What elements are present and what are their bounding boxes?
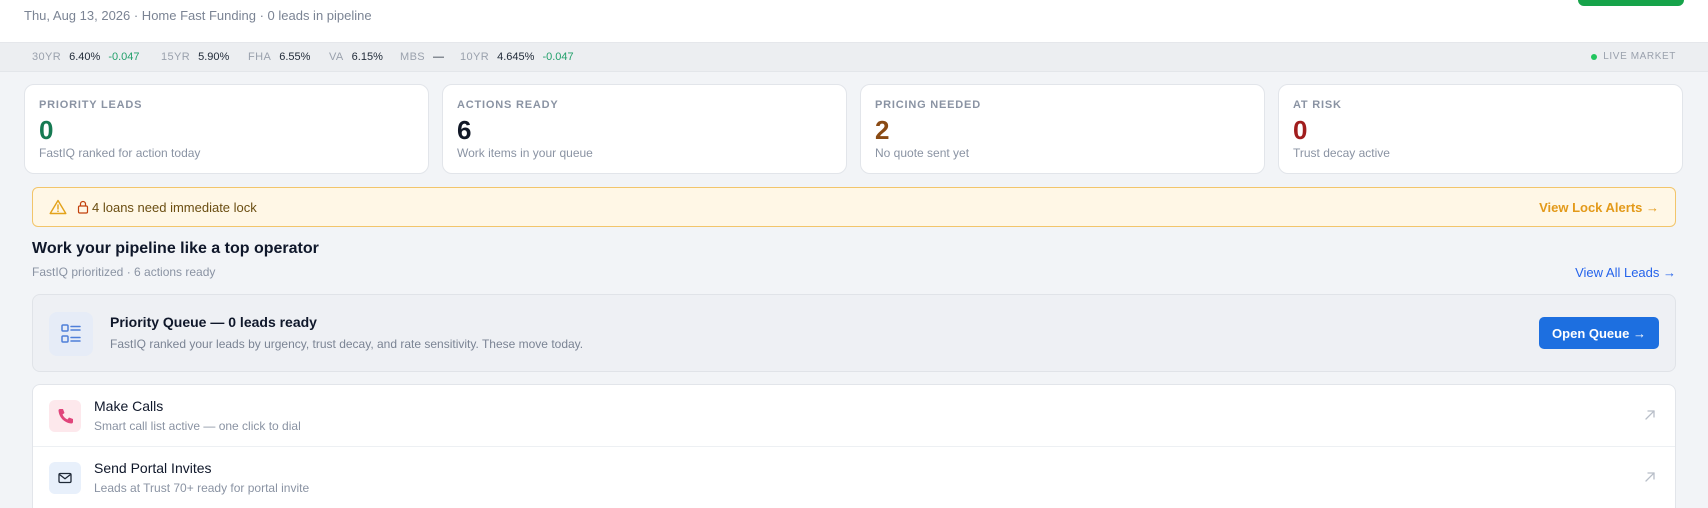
ticker-value: 4.645% — [497, 51, 535, 63]
warning-icon — [49, 199, 67, 215]
metric-label: ACTIONS READY — [457, 99, 559, 111]
metric-value: 6 — [457, 115, 472, 145]
metric-caption: Work items in your queue — [457, 146, 593, 160]
ticker-label: 30YR — [32, 51, 62, 63]
action-subtitle: Leads at Trust 70+ ready for portal invi… — [94, 481, 310, 495]
ticker-value: 5.90% — [198, 51, 230, 63]
ticker-item-mbs: MBS — — [400, 51, 444, 63]
metric-card-priority-leads[interactable]: PRIORITY LEADS 0 FastIQ ranked for actio… — [24, 84, 429, 174]
header-action-button[interactable] — [1578, 0, 1684, 6]
ticker-value: 6.15% — [351, 51, 383, 63]
ticker-item-fha: FHA 6.55% — [248, 51, 310, 63]
action-title: Make Calls — [94, 398, 164, 414]
arrow-up-right-icon[interactable] — [1643, 408, 1657, 422]
queue-list-icon — [49, 312, 93, 356]
ticker-label: MBS — [400, 51, 426, 63]
ticker-label: FHA — [248, 51, 272, 63]
view-lock-alerts-link[interactable]: View Lock Alerts → — [1539, 200, 1659, 215]
ticker-item-30yr: 30YR 6.40% -0.047 — [32, 51, 140, 63]
phone-icon — [49, 400, 81, 432]
top-header: Thu, Aug 13, 2026 · Home Fast Funding · … — [0, 0, 1708, 43]
ticker-item-va: VA 6.15% — [329, 51, 383, 63]
live-market-label: LIVE MARKET — [1603, 51, 1676, 62]
live-market-indicator: LIVE MARKET — [1591, 51, 1676, 62]
section-title: Work your pipeline like a top operator — [32, 240, 319, 257]
priority-queue-panel: Priority Queue — 0 leads ready FastIQ ra… — [32, 294, 1676, 372]
mail-icon — [49, 462, 81, 494]
ticker-value: 6.55% — [279, 51, 311, 63]
rate-ticker: 30YR 6.40% -0.047 15YR 5.90% FHA 6.55% V… — [0, 43, 1708, 72]
live-dot-icon — [1591, 53, 1598, 60]
ticker-label: VA — [329, 51, 344, 63]
ticker-label: 15YR — [161, 51, 191, 63]
action-item-send-portal-invites[interactable]: Send Portal Invites Leads at Trust 70+ r… — [33, 447, 1675, 508]
ticker-value: 6.40% — [69, 51, 101, 63]
ticker-item-10yr: 10YR 4.645% -0.047 — [460, 51, 574, 63]
metric-caption: FastIQ ranked for action today — [39, 146, 201, 160]
page-subtitle: Thu, Aug 13, 2026 · Home Fast Funding · … — [24, 8, 372, 23]
metric-value: 0 — [1293, 115, 1308, 145]
open-queue-button[interactable]: Open Queue → — [1539, 317, 1659, 349]
metric-caption: Trust decay active — [1293, 146, 1390, 160]
lock-alert-banner: 4 loans need immediate lock View Lock Al… — [32, 187, 1676, 227]
ticker-label: 10YR — [460, 51, 490, 63]
view-all-leads-link[interactable]: View All Leads → — [1575, 265, 1676, 280]
action-list: Make Calls Smart call list active — one … — [32, 384, 1676, 508]
action-title: Send Portal Invites — [94, 460, 212, 476]
priority-queue-description: FastIQ ranked your leads by urgency, tru… — [110, 337, 584, 351]
metric-card-at-risk[interactable]: AT RISK 0 Trust decay active — [1278, 84, 1683, 174]
metric-value: 0 — [39, 115, 54, 145]
ticker-value: — — [433, 51, 445, 63]
metric-label: PRIORITY LEADS — [39, 99, 143, 111]
metric-label: PRICING NEEDED — [875, 99, 981, 111]
ticker-change: -0.047 — [542, 51, 574, 63]
metric-card-actions-ready[interactable]: ACTIONS READY 6 Work items in your queue — [442, 84, 847, 174]
arrow-up-right-icon[interactable] — [1643, 470, 1657, 484]
action-subtitle: Smart call list active — one click to di… — [94, 419, 301, 433]
metric-label: AT RISK — [1293, 99, 1342, 111]
ticker-change: -0.047 — [108, 51, 140, 63]
priority-queue-title: Priority Queue — 0 leads ready — [110, 314, 317, 330]
section-subtitle: FastIQ prioritized · 6 actions ready — [32, 265, 216, 279]
lock-icon — [77, 200, 89, 214]
metric-card-pricing-needed[interactable]: PRICING NEEDED 2 No quote sent yet — [860, 84, 1265, 174]
alert-message: 4 loans need immediate lock — [92, 200, 257, 215]
metric-caption: No quote sent yet — [875, 146, 970, 160]
action-item-make-calls[interactable]: Make Calls Smart call list active — one … — [33, 385, 1675, 447]
ticker-item-15yr: 15YR 5.90% — [161, 51, 229, 63]
metric-value: 2 — [875, 115, 890, 145]
